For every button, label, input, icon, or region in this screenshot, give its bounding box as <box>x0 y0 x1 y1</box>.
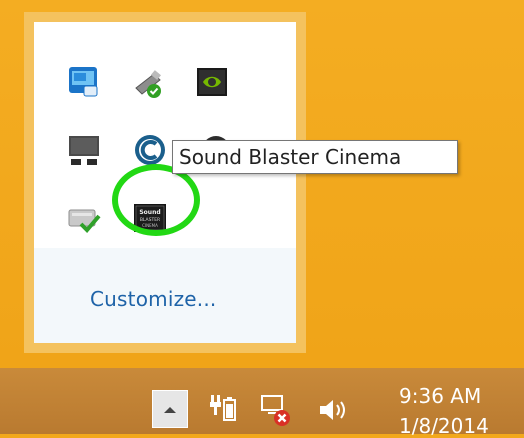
app-c-icon[interactable] <box>132 132 168 168</box>
chevron-up-icon <box>162 400 178 419</box>
volume-icon[interactable] <box>316 394 352 426</box>
intel-graphics-icon[interactable] <box>66 64 102 100</box>
tooltip: Sound Blaster Cinema <box>172 140 458 174</box>
nvidia-icon[interactable] <box>194 64 230 100</box>
show-hidden-icons-button[interactable] <box>152 390 188 428</box>
clock-time[interactable]: 9:36 AM <box>399 384 481 408</box>
clock-date[interactable]: 1/8/2014 <box>399 414 489 438</box>
network-disconnected-icon[interactable] <box>258 392 292 428</box>
highlight-circle <box>112 164 200 236</box>
network-check-icon[interactable] <box>66 200 102 236</box>
power-icon[interactable] <box>207 392 237 426</box>
customize-link[interactable]: Customize... <box>90 287 216 311</box>
usb-safely-remove-icon[interactable] <box>130 66 166 102</box>
display-projector-icon[interactable] <box>66 132 102 168</box>
